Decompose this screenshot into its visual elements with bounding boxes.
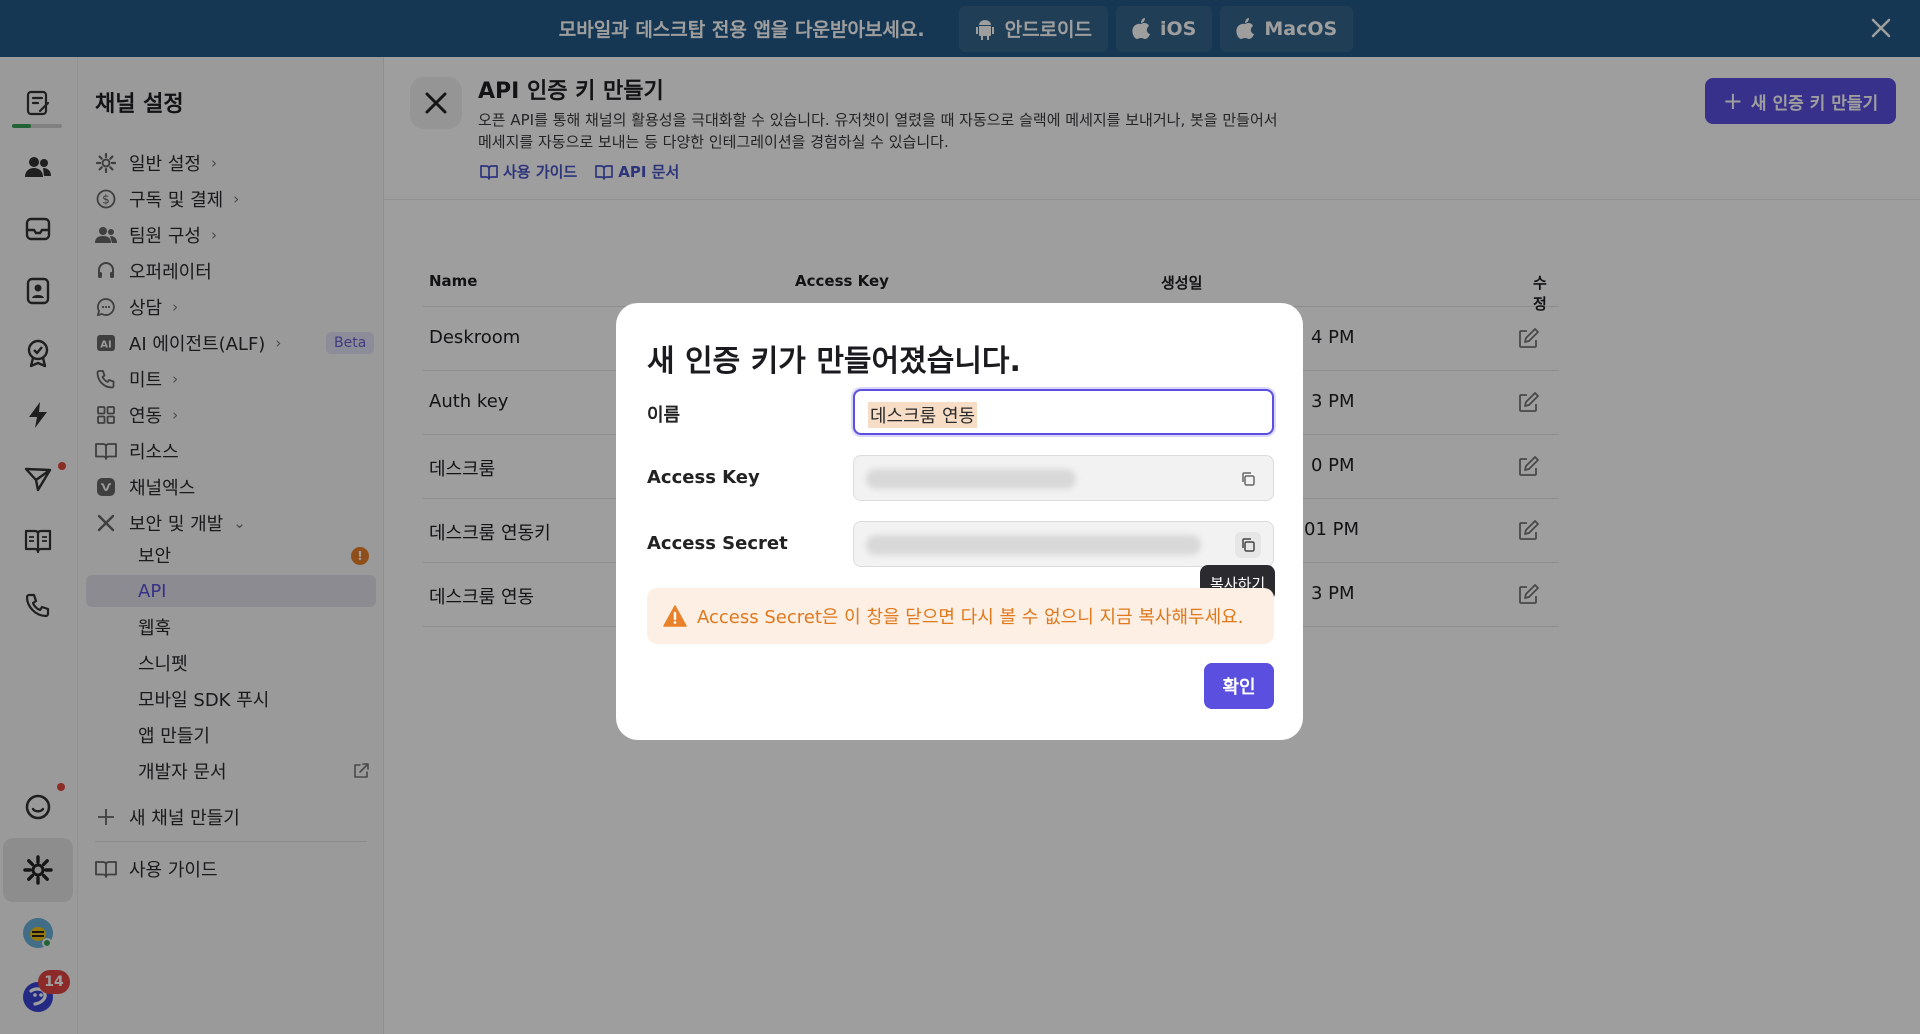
- access-key-label: Access Key: [647, 467, 760, 488]
- new-key-created-dialog: 새 인증 키가 만들어졌습니다. 이름 데스크룸 연동 Access Key A…: [616, 303, 1303, 740]
- dialog-title: 새 인증 키가 만들어졌습니다.: [647, 344, 1021, 379]
- access-secret-label: Access Secret: [647, 533, 788, 554]
- copy-access-key-button[interactable]: [1235, 466, 1261, 492]
- confirm-button[interactable]: 확인: [1204, 663, 1274, 709]
- copy-icon: [1242, 538, 1255, 552]
- copy-icon: [1242, 472, 1255, 486]
- redacted-access-secret: [866, 535, 1201, 555]
- warning-alert: Access Secret은 이 창을 닫으면 다시 볼 수 없으니 지금 복사…: [647, 588, 1274, 644]
- copy-access-secret-button[interactable]: [1235, 532, 1261, 558]
- name-field-value: 데스크룸 연동: [868, 402, 978, 428]
- warning-icon: [663, 605, 687, 627]
- access-secret-field[interactable]: [853, 521, 1274, 567]
- warning-text: Access Secret은 이 창을 닫으면 다시 볼 수 없으니 지금 복사…: [697, 607, 1244, 628]
- access-key-field[interactable]: [853, 455, 1274, 501]
- name-field[interactable]: 데스크룸 연동: [853, 389, 1274, 435]
- redacted-access-key: [866, 469, 1076, 489]
- name-label: 이름: [647, 405, 681, 426]
